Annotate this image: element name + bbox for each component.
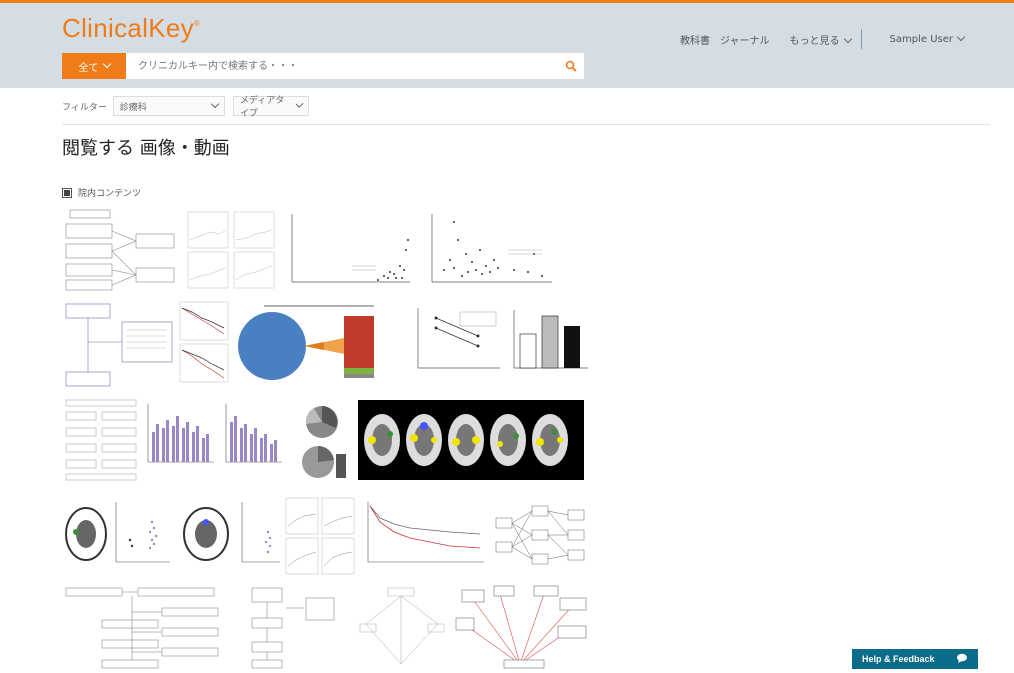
image-thumbnail[interactable] — [492, 496, 588, 576]
filter-bar: フィルター 診療科 メディアタイプ — [62, 96, 317, 119]
image-thumbnail[interactable] — [234, 302, 404, 384]
image-thumbnail[interactable] — [62, 398, 142, 482]
nav-textbooks[interactable]: 教科書 — [680, 32, 710, 47]
search-bar: 全て — [62, 53, 584, 79]
image-thumbnail[interactable] — [284, 496, 356, 576]
registered-mark: ® — [193, 19, 201, 28]
section-title: 院内コンテンツ — [78, 189, 142, 199]
user-name: Sample User — [889, 33, 953, 45]
nav-more[interactable]: もっと見る — [780, 32, 852, 47]
image-thumbnail[interactable] — [62, 206, 180, 294]
chat-bubble-icon — [956, 653, 968, 665]
image-thumbnail[interactable] — [178, 492, 284, 576]
media-type-label: メディアタイプ — [239, 96, 285, 119]
filter-label: フィルター — [62, 102, 107, 113]
image-thumbnail[interactable] — [508, 302, 592, 382]
image-thumbnail[interactable] — [408, 302, 504, 380]
header-divider — [62, 124, 990, 125]
page-title: 閲覧する 画像・動画 — [62, 138, 230, 159]
chevron-down-icon — [295, 100, 304, 108]
image-thumbnail[interactable] — [62, 300, 178, 392]
image-thumbnail[interactable] — [358, 584, 446, 669]
image-grid — [62, 206, 592, 669]
image-thumbnail[interactable] — [178, 300, 230, 384]
image-thumbnail[interactable] — [424, 210, 554, 290]
specialty-label: 診療科 — [119, 102, 147, 113]
logo-text: ClinicalKey — [62, 13, 194, 43]
chevron-down-icon — [102, 59, 111, 69]
media-type-dropdown[interactable]: メディアタイプ — [232, 96, 309, 119]
specialty-dropdown[interactable]: 診療科 — [112, 96, 225, 116]
section-header: 院内コンテンツ — [62, 186, 141, 199]
chevron-down-icon — [956, 32, 966, 41]
image-thumbnail[interactable] — [142, 398, 218, 482]
nav-separator — [860, 29, 862, 49]
help-feedback-button[interactable]: Help & Feedback — [852, 649, 978, 669]
chevron-down-icon — [210, 99, 220, 109]
image-thumbnail[interactable] — [186, 210, 278, 290]
search-icon[interactable] — [558, 53, 584, 79]
search-input[interactable] — [126, 53, 558, 79]
image-thumbnail[interactable] — [220, 398, 286, 482]
nav-journals[interactable]: ジャーナル — [720, 32, 770, 47]
user-menu[interactable]: Sample User — [880, 32, 966, 45]
image-thumbnail[interactable] — [358, 400, 584, 480]
image-thumbnail[interactable] — [62, 492, 174, 576]
image-thumbnail[interactable] — [242, 584, 338, 669]
checkbox-icon[interactable] — [62, 187, 72, 198]
chevron-down-icon — [843, 34, 852, 43]
clinicalkey-logo[interactable]: ClinicalKey® — [62, 13, 200, 44]
help-feedback-label: Help & Feedback — [862, 654, 935, 664]
top-header: ClinicalKey® 教科書 ジャーナル もっと見る Sample User… — [0, 0, 1014, 88]
image-thumbnail[interactable] — [454, 584, 590, 669]
image-thumbnail[interactable] — [292, 402, 356, 484]
image-thumbnail[interactable] — [62, 584, 222, 669]
image-thumbnail[interactable] — [282, 210, 414, 290]
image-thumbnail[interactable] — [360, 496, 488, 576]
search-scope-dropdown[interactable]: 全て — [62, 53, 126, 79]
top-nav: 教科書 ジャーナル もっと見る Sample User — [670, 29, 966, 49]
search-scope-label: 全て — [78, 62, 99, 74]
nav-more-label: もっと見る — [789, 35, 840, 47]
